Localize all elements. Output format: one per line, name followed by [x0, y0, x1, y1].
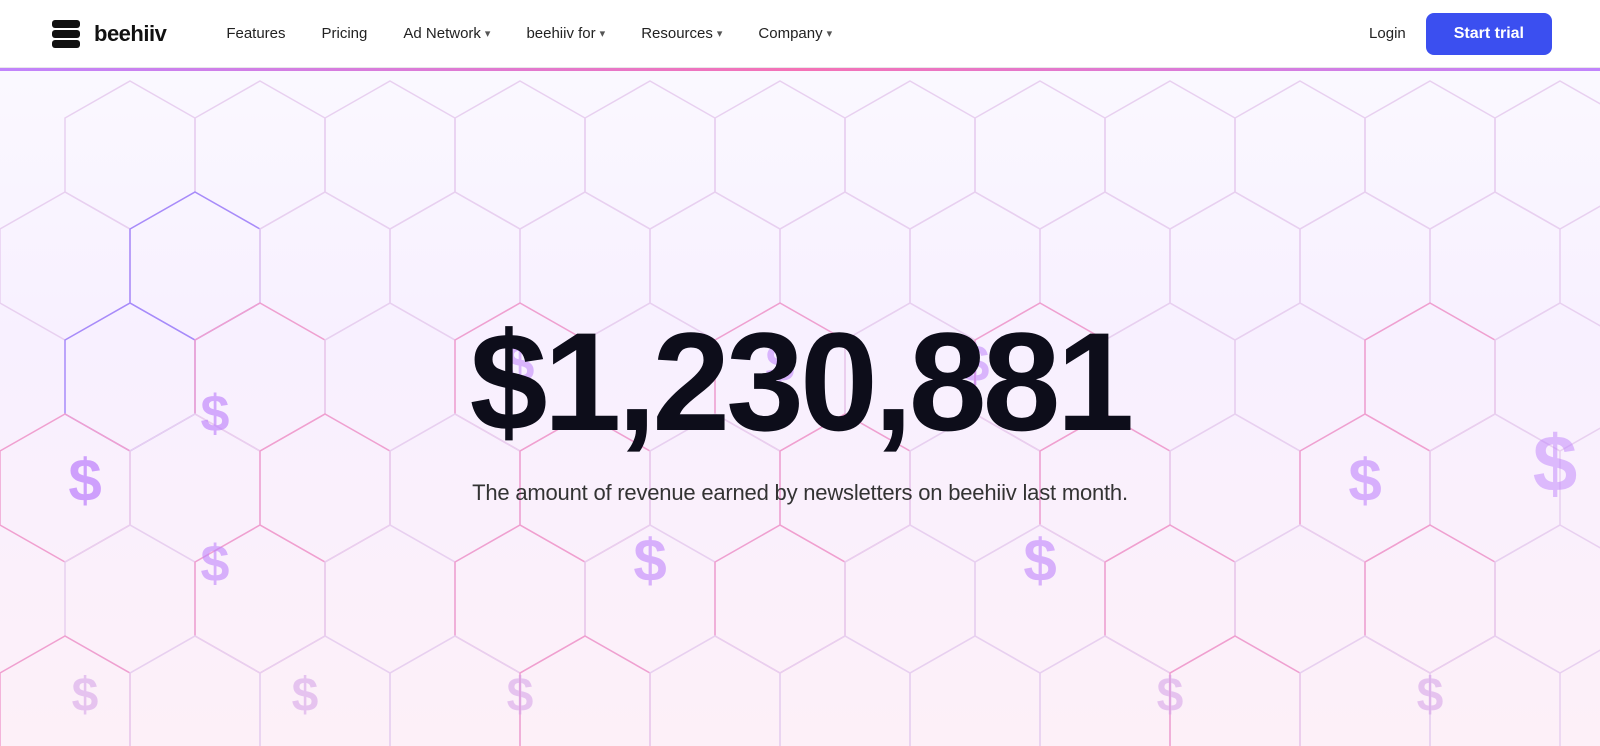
- svg-text:$: $: [1348, 447, 1381, 514]
- hero-content: $1,230,881 The amount of revenue earned …: [470, 312, 1131, 506]
- svg-text:$: $: [201, 385, 230, 443]
- chevron-down-icon: ▾: [600, 27, 606, 40]
- svg-text:$: $: [1417, 669, 1444, 722]
- logo[interactable]: beehiiv: [48, 16, 166, 52]
- svg-text:$: $: [201, 535, 230, 593]
- nav-pricing[interactable]: Pricing: [322, 25, 368, 42]
- nav-company[interactable]: Company ▾: [758, 25, 832, 42]
- login-link[interactable]: Login: [1369, 25, 1406, 42]
- hero-amount: $1,230,881: [470, 312, 1131, 452]
- svg-text:$: $: [1533, 419, 1578, 508]
- svg-text:$: $: [1023, 527, 1056, 594]
- nav-beehiiv-for[interactable]: beehiiv for ▾: [526, 25, 605, 42]
- nav-ad-network[interactable]: Ad Network ▾: [403, 25, 490, 42]
- svg-text:$: $: [72, 669, 99, 722]
- hero-subtitle: The amount of revenue earned by newslett…: [470, 480, 1131, 506]
- nav-features[interactable]: Features: [226, 25, 285, 42]
- nav-links: Features Pricing Ad Network ▾ beehiiv fo…: [226, 25, 1369, 42]
- chevron-down-icon: ▾: [827, 27, 833, 40]
- logo-icon: [48, 16, 84, 52]
- start-trial-button[interactable]: Start trial: [1426, 13, 1552, 55]
- nav-right: Login Start trial: [1369, 13, 1552, 55]
- svg-text:$: $: [633, 527, 666, 594]
- chevron-down-icon: ▾: [485, 27, 491, 40]
- chevron-down-icon: ▾: [717, 27, 723, 40]
- svg-text:$: $: [68, 447, 101, 514]
- navbar: beehiiv Features Pricing Ad Network ▾ be…: [0, 0, 1600, 68]
- svg-text:$: $: [507, 669, 534, 722]
- nav-resources[interactable]: Resources ▾: [641, 25, 722, 42]
- svg-text:$: $: [1157, 669, 1184, 722]
- svg-text:$: $: [292, 669, 319, 722]
- hero-section: .hex-outline { fill: none; stroke-width:…: [0, 71, 1600, 746]
- logo-text: beehiiv: [94, 21, 166, 47]
